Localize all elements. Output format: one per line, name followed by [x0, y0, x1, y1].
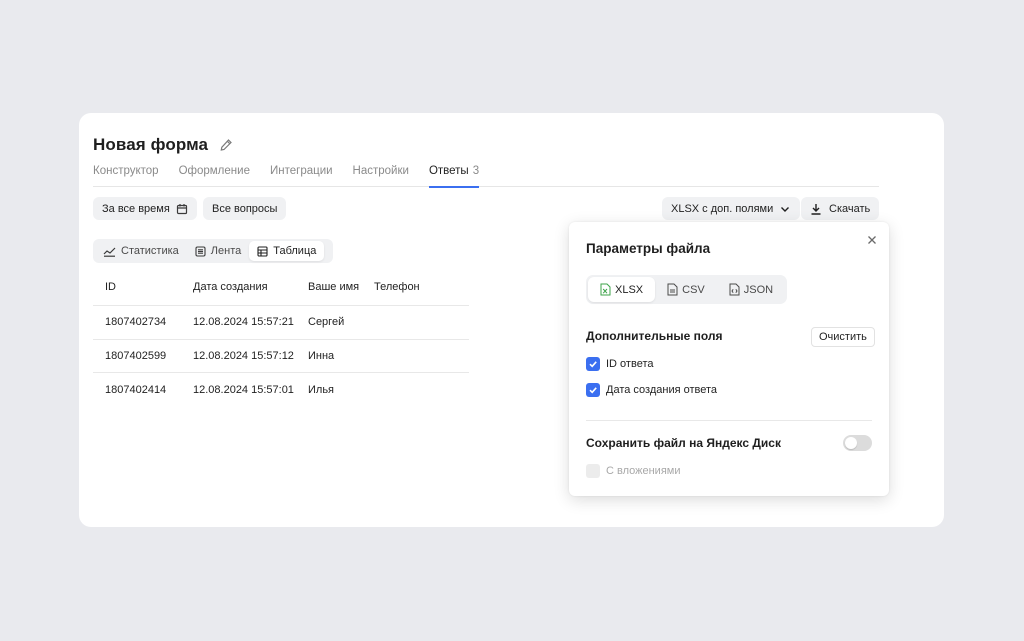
format-select[interactable]: XLSX с доп. полями: [662, 197, 801, 220]
extra-fields-title: Дополнительные поля: [586, 329, 723, 343]
title-row: Новая форма: [93, 133, 233, 157]
feed-icon: [195, 245, 206, 257]
questions-filter-label: Все вопросы: [212, 202, 278, 215]
download-label: Скачать: [829, 202, 871, 215]
toggle-knob: [845, 437, 857, 449]
save-to-disk-label: Сохранить файл на Яндекс Диск: [586, 436, 781, 450]
cell-name: Илья: [308, 383, 335, 396]
file-params-popup: Параметры файла XLSX CSV JSON Дополнител…: [569, 222, 889, 496]
format-select-value: XLSX с доп. полями: [671, 202, 774, 215]
tab-constructor[interactable]: Конструктор: [93, 165, 159, 187]
download-icon: [811, 203, 821, 215]
format-csv-button[interactable]: CSV: [655, 277, 717, 302]
cell-id: 1807402734: [105, 316, 167, 329]
checkbox-answer-created[interactable]: Дата создания ответа: [586, 383, 717, 397]
tab-design[interactable]: Оформление: [179, 165, 250, 187]
checkbox-label: Дата создания ответа: [606, 384, 718, 396]
checkbox-label: С вложениями: [606, 465, 681, 477]
json-file-icon: [729, 283, 740, 296]
column-header-phone[interactable]: Телефон: [374, 281, 454, 293]
popup-title: Параметры файла: [586, 241, 711, 256]
view-tab-table[interactable]: Таблица: [249, 241, 325, 261]
answers-count: 3: [472, 165, 480, 177]
xlsx-file-icon: [600, 283, 611, 296]
cell-created: 12.08.2024 15:57:12: [193, 349, 294, 362]
checkbox-checked-icon[interactable]: [586, 357, 600, 371]
tab-answers[interactable]: Ответы 3: [428, 165, 480, 188]
chevron-down-icon: [781, 206, 790, 212]
cell-name: Инна: [308, 349, 335, 362]
chart-icon: [103, 247, 116, 257]
clear-button[interactable]: Очистить: [811, 327, 875, 347]
checkbox-checked-icon[interactable]: [586, 383, 600, 397]
checkbox-attachments[interactable]: С вложениями: [586, 464, 681, 478]
tab-settings[interactable]: Настройки: [353, 165, 409, 187]
table-icon: [257, 245, 268, 257]
format-switcher: XLSX CSV JSON: [586, 275, 787, 304]
csv-file-icon: [667, 283, 678, 296]
tab-bar: Конструктор Оформление Интеграции Настро…: [93, 165, 879, 188]
download-button[interactable]: Скачать: [801, 197, 880, 220]
questions-filter-button[interactable]: Все вопросы: [203, 197, 287, 220]
page-title: Новая форма: [93, 135, 209, 154]
column-header-name[interactable]: Ваше имя: [308, 281, 374, 293]
view-tab-feed[interactable]: Лента: [187, 241, 249, 261]
checkbox-label: ID ответа: [606, 358, 654, 370]
period-filter-label: За все время: [102, 202, 170, 215]
table-header-row: ID Дата создания Ваше имя Телефон: [93, 268, 469, 306]
close-icon[interactable]: [866, 233, 878, 245]
table-row[interactable]: 1807402734 12.08.2024 15:57:21 Сергей: [93, 306, 469, 340]
answers-table: ID Дата создания Ваше имя Телефон 180740…: [93, 268, 469, 407]
save-to-disk-toggle[interactable]: [843, 435, 872, 451]
cell-id: 1807402414: [105, 383, 167, 396]
cell-id: 1807402599: [105, 349, 167, 362]
column-header-created[interactable]: Дата создания: [193, 281, 308, 293]
view-tab-statistics[interactable]: Статистика: [95, 241, 187, 261]
cell-created: 12.08.2024 15:57:21: [193, 316, 294, 329]
period-filter-button[interactable]: За все время: [93, 197, 197, 220]
tab-integrations[interactable]: Интеграции: [270, 165, 333, 187]
calendar-icon: [176, 203, 187, 214]
pencil-icon[interactable]: [219, 138, 233, 152]
table-row[interactable]: 1807402414 12.08.2024 15:57:01 Илья: [93, 373, 469, 407]
divider: [586, 420, 872, 421]
format-xlsx-button[interactable]: XLSX: [588, 277, 656, 302]
cell-name: Сергей: [308, 316, 345, 329]
view-switcher: Статистика Лента Таблица: [93, 239, 333, 263]
checkbox-unchecked-icon[interactable]: [586, 464, 600, 478]
table-row[interactable]: 1807402599 12.08.2024 15:57:12 Инна: [93, 340, 469, 373]
cell-created: 12.08.2024 15:57:01: [193, 383, 294, 396]
checkbox-answer-id[interactable]: ID ответа: [586, 357, 653, 371]
column-header-id[interactable]: ID: [93, 281, 193, 293]
format-json-button[interactable]: JSON: [717, 277, 785, 302]
